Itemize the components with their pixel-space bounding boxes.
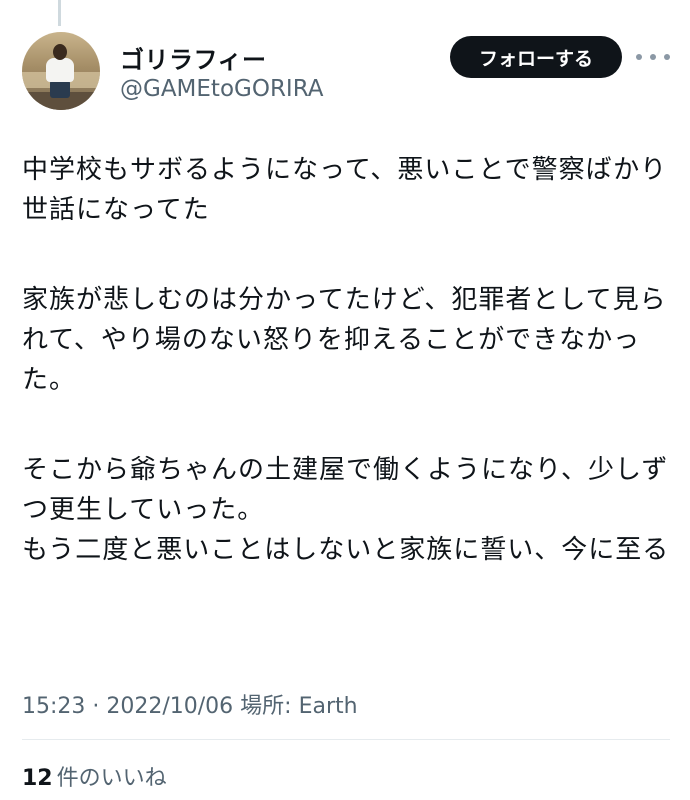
follow-button[interactable]: フォローする xyxy=(450,36,622,78)
tweet-paragraph: そこから爺ちゃんの土建屋で働くようになり、少しずつ更生していった。 xyxy=(22,455,669,525)
avatar[interactable] xyxy=(22,32,100,110)
tweet-timestamp-location[interactable]: 15:23 · 2022/10/06 場所: Earth xyxy=(22,688,358,720)
avatar-figure-legs xyxy=(50,80,70,98)
likes-number: 12 xyxy=(22,766,53,791)
avatar-figure-shirt xyxy=(46,58,74,82)
thread-connector-line xyxy=(58,0,61,26)
tweet-text: 中学校もサボるようになって、悪いことで警察ばかり世話になってた 家族が悲しむのは… xyxy=(22,150,672,570)
more-icon-dot xyxy=(636,54,642,60)
author-display-name[interactable]: ゴリラフィー xyxy=(120,40,267,75)
more-horizontal-icon[interactable] xyxy=(636,46,670,68)
avatar-figure-head xyxy=(53,44,67,60)
more-icon-dot xyxy=(650,54,656,60)
author-handle[interactable]: @GAMEtoGORIRA xyxy=(120,76,324,102)
more-icon-dot xyxy=(664,54,670,60)
tweet-paragraph: 家族が悲しむのは分かってたけど、犯罪者として見られて、やり場のない怒りを抑えるこ… xyxy=(22,285,667,395)
tweet-paragraph: 中学校もサボるようになって、悪いことで警察ばかり世話になってた xyxy=(22,155,668,225)
tweet-header: ゴリラフィー @GAMEtoGORIRA フォローする xyxy=(22,32,670,112)
likes-count[interactable]: 12 件のいいね xyxy=(22,760,167,792)
divider xyxy=(22,739,670,740)
tweet-paragraph: もう二度と悪いことはしないと家族に誓い、今に至る xyxy=(22,535,670,565)
likes-label: 件のいいね xyxy=(56,766,167,791)
